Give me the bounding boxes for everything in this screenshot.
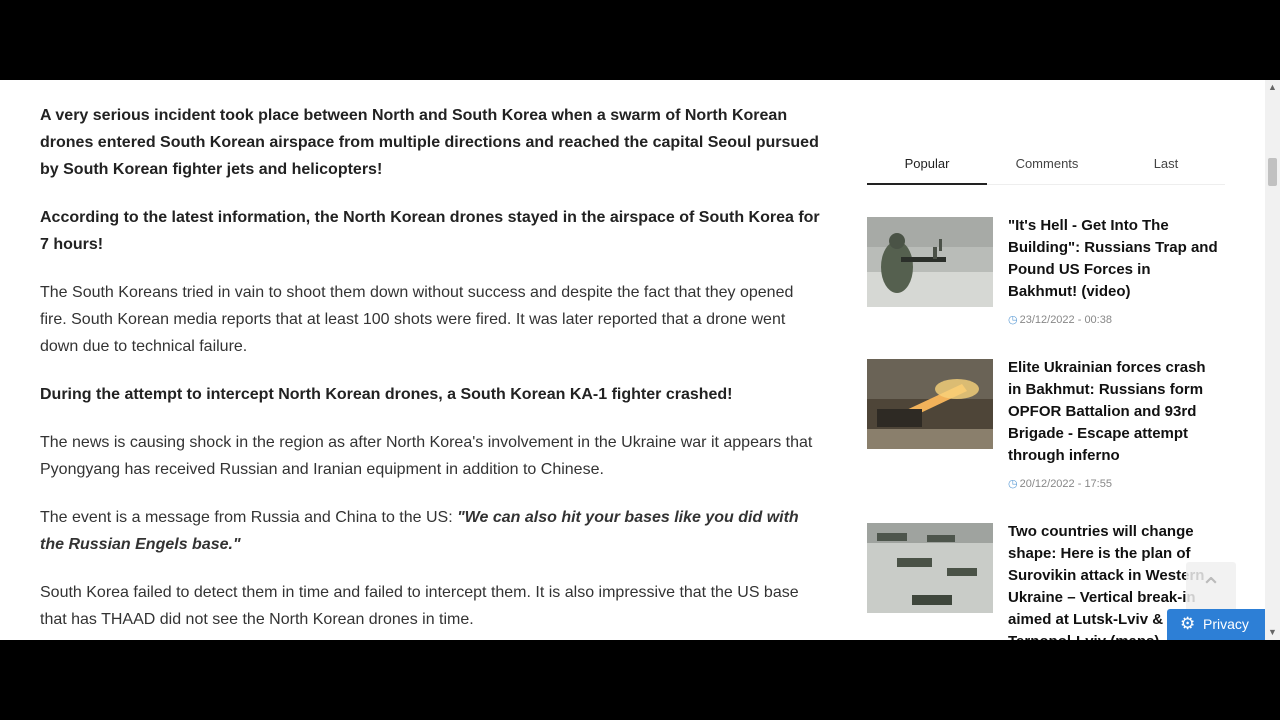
post-title[interactable]: "It's Hell - Get Into The Building": Rus… — [1008, 215, 1223, 303]
tab-popular[interactable]: Popular — [867, 144, 987, 185]
sidebar-tabs: Popular Comments Last — [867, 144, 1225, 185]
post-date: ◷ 20/12/2022 - 17:55 — [1008, 477, 1112, 490]
post-date-text: 20/12/2022 - 17:55 — [1019, 478, 1112, 490]
top-letterbox — [0, 0, 1280, 80]
article-paragraph: During the attempt to intercept North Ko… — [40, 386, 733, 403]
privacy-label: Privacy — [1203, 616, 1249, 632]
article-paragraph: The South Koreans tried in vain to shoot… — [40, 284, 794, 355]
post-date-text: 23/12/2022 - 00:38 — [1019, 314, 1112, 326]
article-paragraph: South Korea failed to detect them in tim… — [40, 584, 799, 628]
post-thumbnail[interactable] — [867, 359, 993, 449]
article-paragraph: The news is causing shock in the region … — [40, 434, 813, 478]
article-paragraph: A very serious incident took place betwe… — [40, 107, 819, 178]
post-title[interactable]: Elite Ukrainian forces crash in Bakhmut:… — [1008, 357, 1223, 467]
tab-last[interactable]: Last — [1106, 144, 1226, 184]
privacy-button[interactable]: ⚙ Privacy — [1167, 609, 1266, 640]
scroll-down-arrow-icon[interactable]: ▼ — [1265, 625, 1280, 640]
article-paragraph: According to the latest information, the… — [40, 209, 820, 253]
bottom-letterbox — [0, 640, 1280, 720]
back-to-top-button[interactable]: ⌃ — [1186, 562, 1236, 612]
post-thumbnail[interactable] — [867, 523, 993, 613]
article-paragraph: The event is a message from Russia and C… — [40, 504, 820, 558]
scrollbar[interactable]: ▲ ▼ — [1265, 80, 1280, 640]
browser-viewport: A very serious incident took place betwe… — [0, 80, 1280, 640]
gear-icon: ⚙ — [1180, 614, 1196, 633]
scrollbar-thumb[interactable] — [1268, 158, 1277, 186]
scroll-up-arrow-icon[interactable]: ▲ — [1265, 80, 1280, 95]
post-date: ◷ 23/12/2022 - 00:38 — [1008, 313, 1112, 326]
quote-intro: The event is a message from Russia and C… — [40, 509, 458, 526]
clock-icon: ◷ — [1008, 478, 1018, 490]
chevron-up-icon: ⌃ — [1200, 572, 1222, 602]
tab-comments[interactable]: Comments — [987, 144, 1107, 184]
clock-icon: ◷ — [1008, 314, 1018, 326]
post-thumbnail[interactable] — [867, 217, 993, 307]
